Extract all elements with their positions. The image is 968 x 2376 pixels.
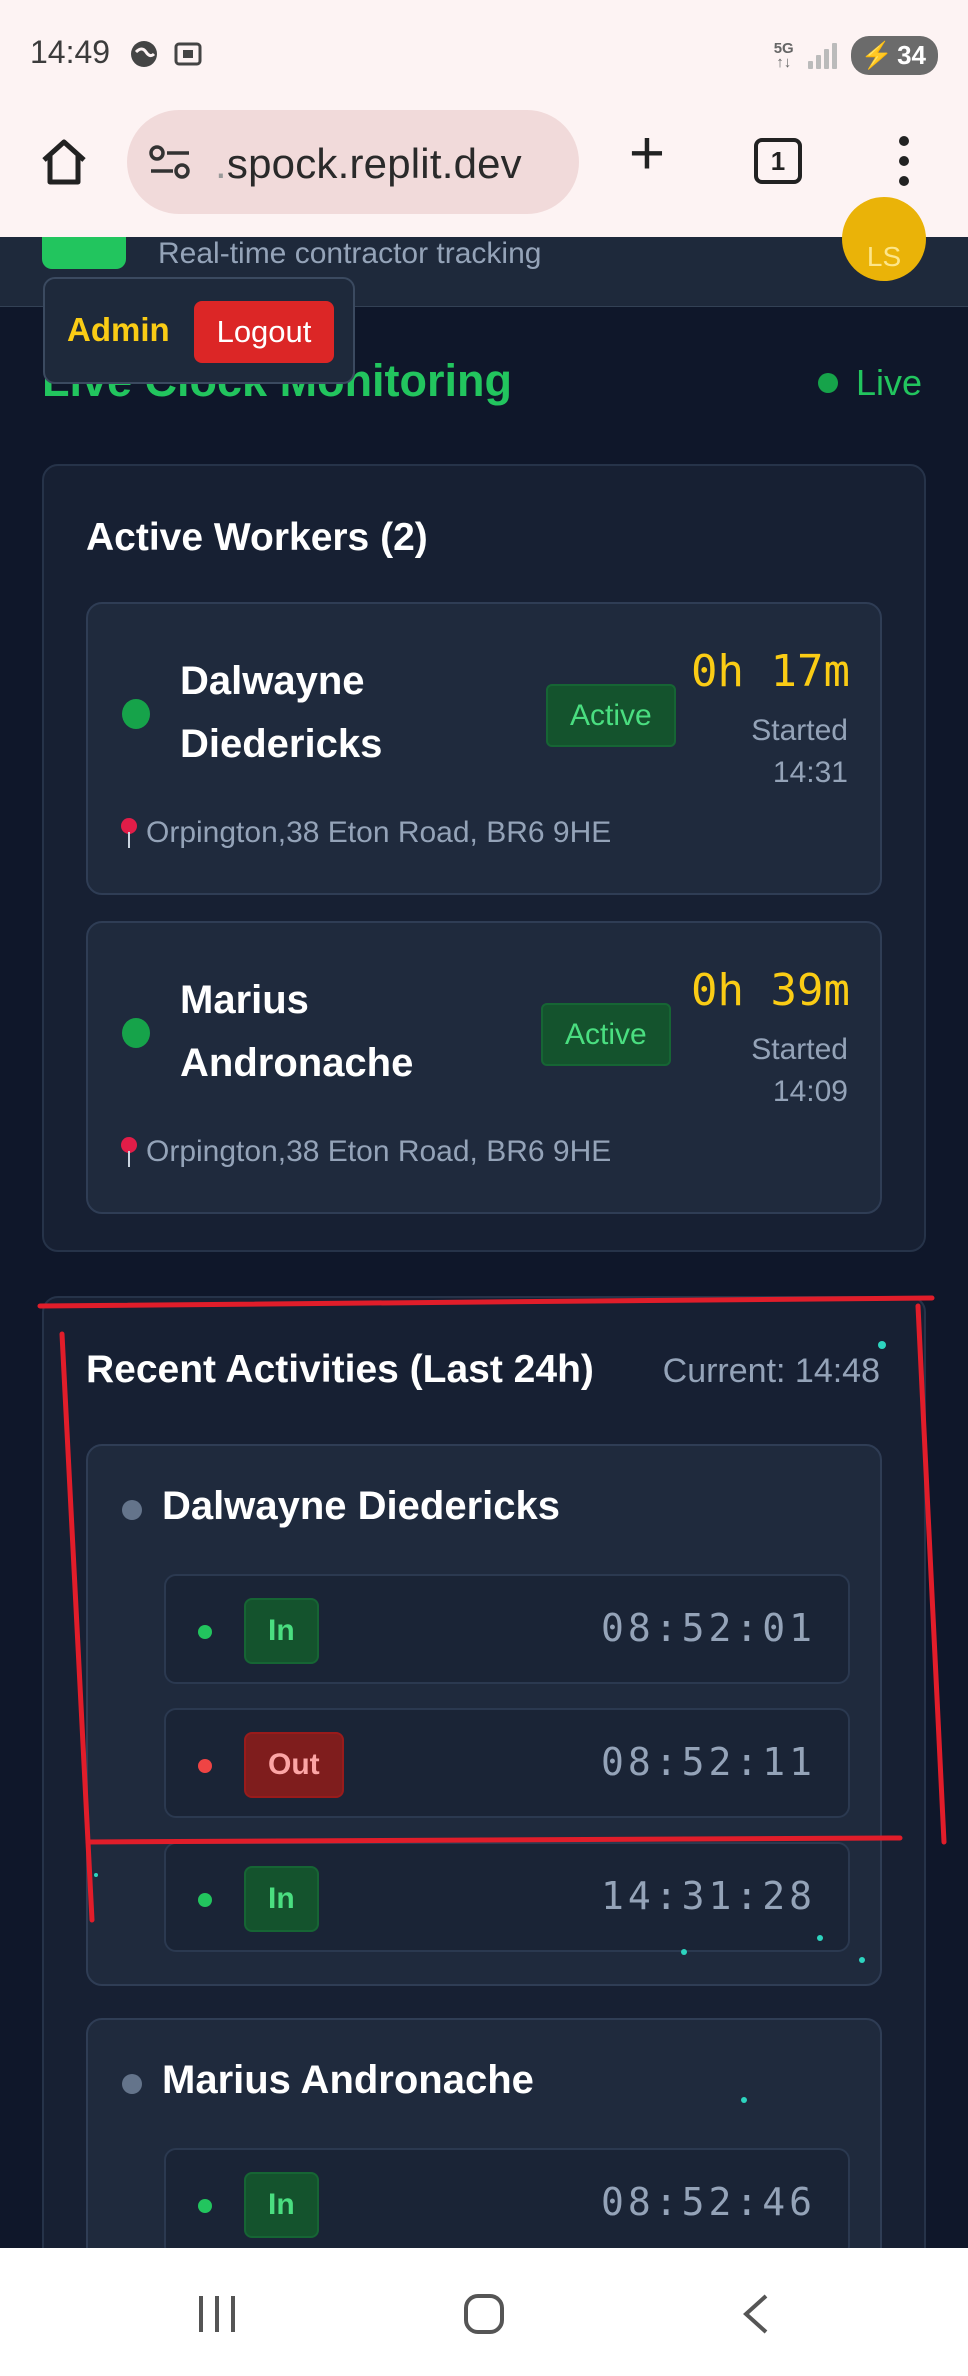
system-status-bar: 14:49 5G ↑↓ ⚡ 34 [0, 0, 968, 100]
logout-button[interactable]: Logout [194, 301, 334, 363]
entry-type-badge: Out [244, 1732, 344, 1798]
status-badge: Active [546, 684, 676, 747]
worker-card[interactable]: Marius Andronache Active 0h 39m Started … [86, 921, 882, 1214]
charging-icon: ⚡ [860, 40, 894, 70]
live-dot-icon [818, 373, 838, 393]
worker-duration: 0h 17m [691, 646, 850, 697]
battery-indicator: ⚡ 34 [850, 36, 938, 75]
location-pin-icon [120, 818, 138, 848]
active-workers-title: Active Workers (2) [86, 516, 428, 559]
out-dot-icon [198, 1759, 212, 1773]
network-type: 5G ↑↓ [773, 39, 794, 71]
admin-role-label: Admin [67, 311, 170, 348]
in-dot-icon [198, 1893, 212, 1907]
worker-name: Dalwayne Diedericks [180, 659, 383, 766]
admin-menu-popup: Admin Logout [43, 277, 355, 384]
activity-group-name: Dalwayne Diedericks [162, 1484, 560, 1528]
entry-time: 08:52:46 [600, 2180, 816, 2224]
in-dot-icon [198, 1625, 212, 1639]
browser-toolbar: .spock.replit.dev + 1 [0, 100, 968, 237]
live-label: Live [856, 362, 923, 403]
activity-entry: In 14:31:28 [164, 1842, 850, 1952]
activity-entry: In 08:52:46 [164, 2148, 850, 2258]
location-pin-icon [120, 1137, 138, 1167]
screenshot-icon [172, 38, 204, 70]
more-menu-icon[interactable] [895, 136, 913, 186]
worker-status-dot-icon [122, 699, 150, 729]
tab-switcher-icon[interactable]: 1 [754, 138, 802, 184]
url-text: .spock.replit.dev [215, 140, 522, 187]
signal-icon [807, 42, 837, 69]
home-nav-icon[interactable] [462, 2292, 506, 2341]
activity-entry: Out 08:52:11 [164, 1708, 850, 1818]
worker-location: Orpington,38 Eton Road, BR6 9HE [120, 816, 611, 850]
home-icon[interactable] [36, 134, 92, 190]
worker-card[interactable]: Dalwayne Diedericks Active 0h 17m Starte… [86, 602, 882, 895]
address-bar[interactable]: .spock.replit.dev [127, 110, 579, 214]
activity-group: Dalwayne Diedericks In 08:52:01 Out 08:5… [86, 1444, 882, 1986]
group-dot-icon [122, 2074, 142, 2094]
worker-started: Started 14:09 [751, 1033, 848, 1108]
system-navigation-bar [0, 2248, 968, 2376]
recents-icon[interactable] [195, 2294, 239, 2339]
live-indicator: Live [818, 362, 922, 404]
group-dot-icon [122, 1500, 142, 1520]
vpn-globe-icon [128, 38, 160, 70]
app-subtitle: Real-time contractor tracking [158, 237, 542, 270]
entry-time: 14:31:28 [600, 1874, 816, 1918]
activity-group-name: Marius Andronache [162, 2058, 534, 2102]
avatar[interactable]: LS [842, 197, 926, 281]
worker-status-dot-icon [122, 1018, 150, 1048]
entry-time: 08:52:11 [600, 1740, 816, 1784]
worker-duration: 0h 39m [691, 965, 850, 1016]
new-tab-icon[interactable]: + [622, 123, 672, 185]
back-icon[interactable] [738, 2292, 774, 2341]
app-logo [42, 237, 126, 269]
site-settings-icon[interactable] [149, 144, 191, 180]
current-time: Current: 14:48 [662, 1352, 880, 1390]
activity-entry: In 08:52:01 [164, 1574, 850, 1684]
recent-activities-title: Recent Activities (Last 24h) [86, 1348, 594, 1391]
entry-time: 08:52:01 [600, 1606, 816, 1650]
entry-type-badge: In [244, 1866, 319, 1932]
status-time: 14:49 [30, 34, 111, 70]
worker-location: Orpington,38 Eton Road, BR6 9HE [120, 1135, 611, 1169]
in-dot-icon [198, 2199, 212, 2213]
status-badge: Active [541, 1003, 671, 1066]
worker-started: Started 14:31 [751, 714, 848, 789]
worker-name: Marius Andronache [180, 978, 414, 1085]
entry-type-badge: In [244, 2172, 319, 2238]
entry-type-badge: In [244, 1598, 319, 1664]
